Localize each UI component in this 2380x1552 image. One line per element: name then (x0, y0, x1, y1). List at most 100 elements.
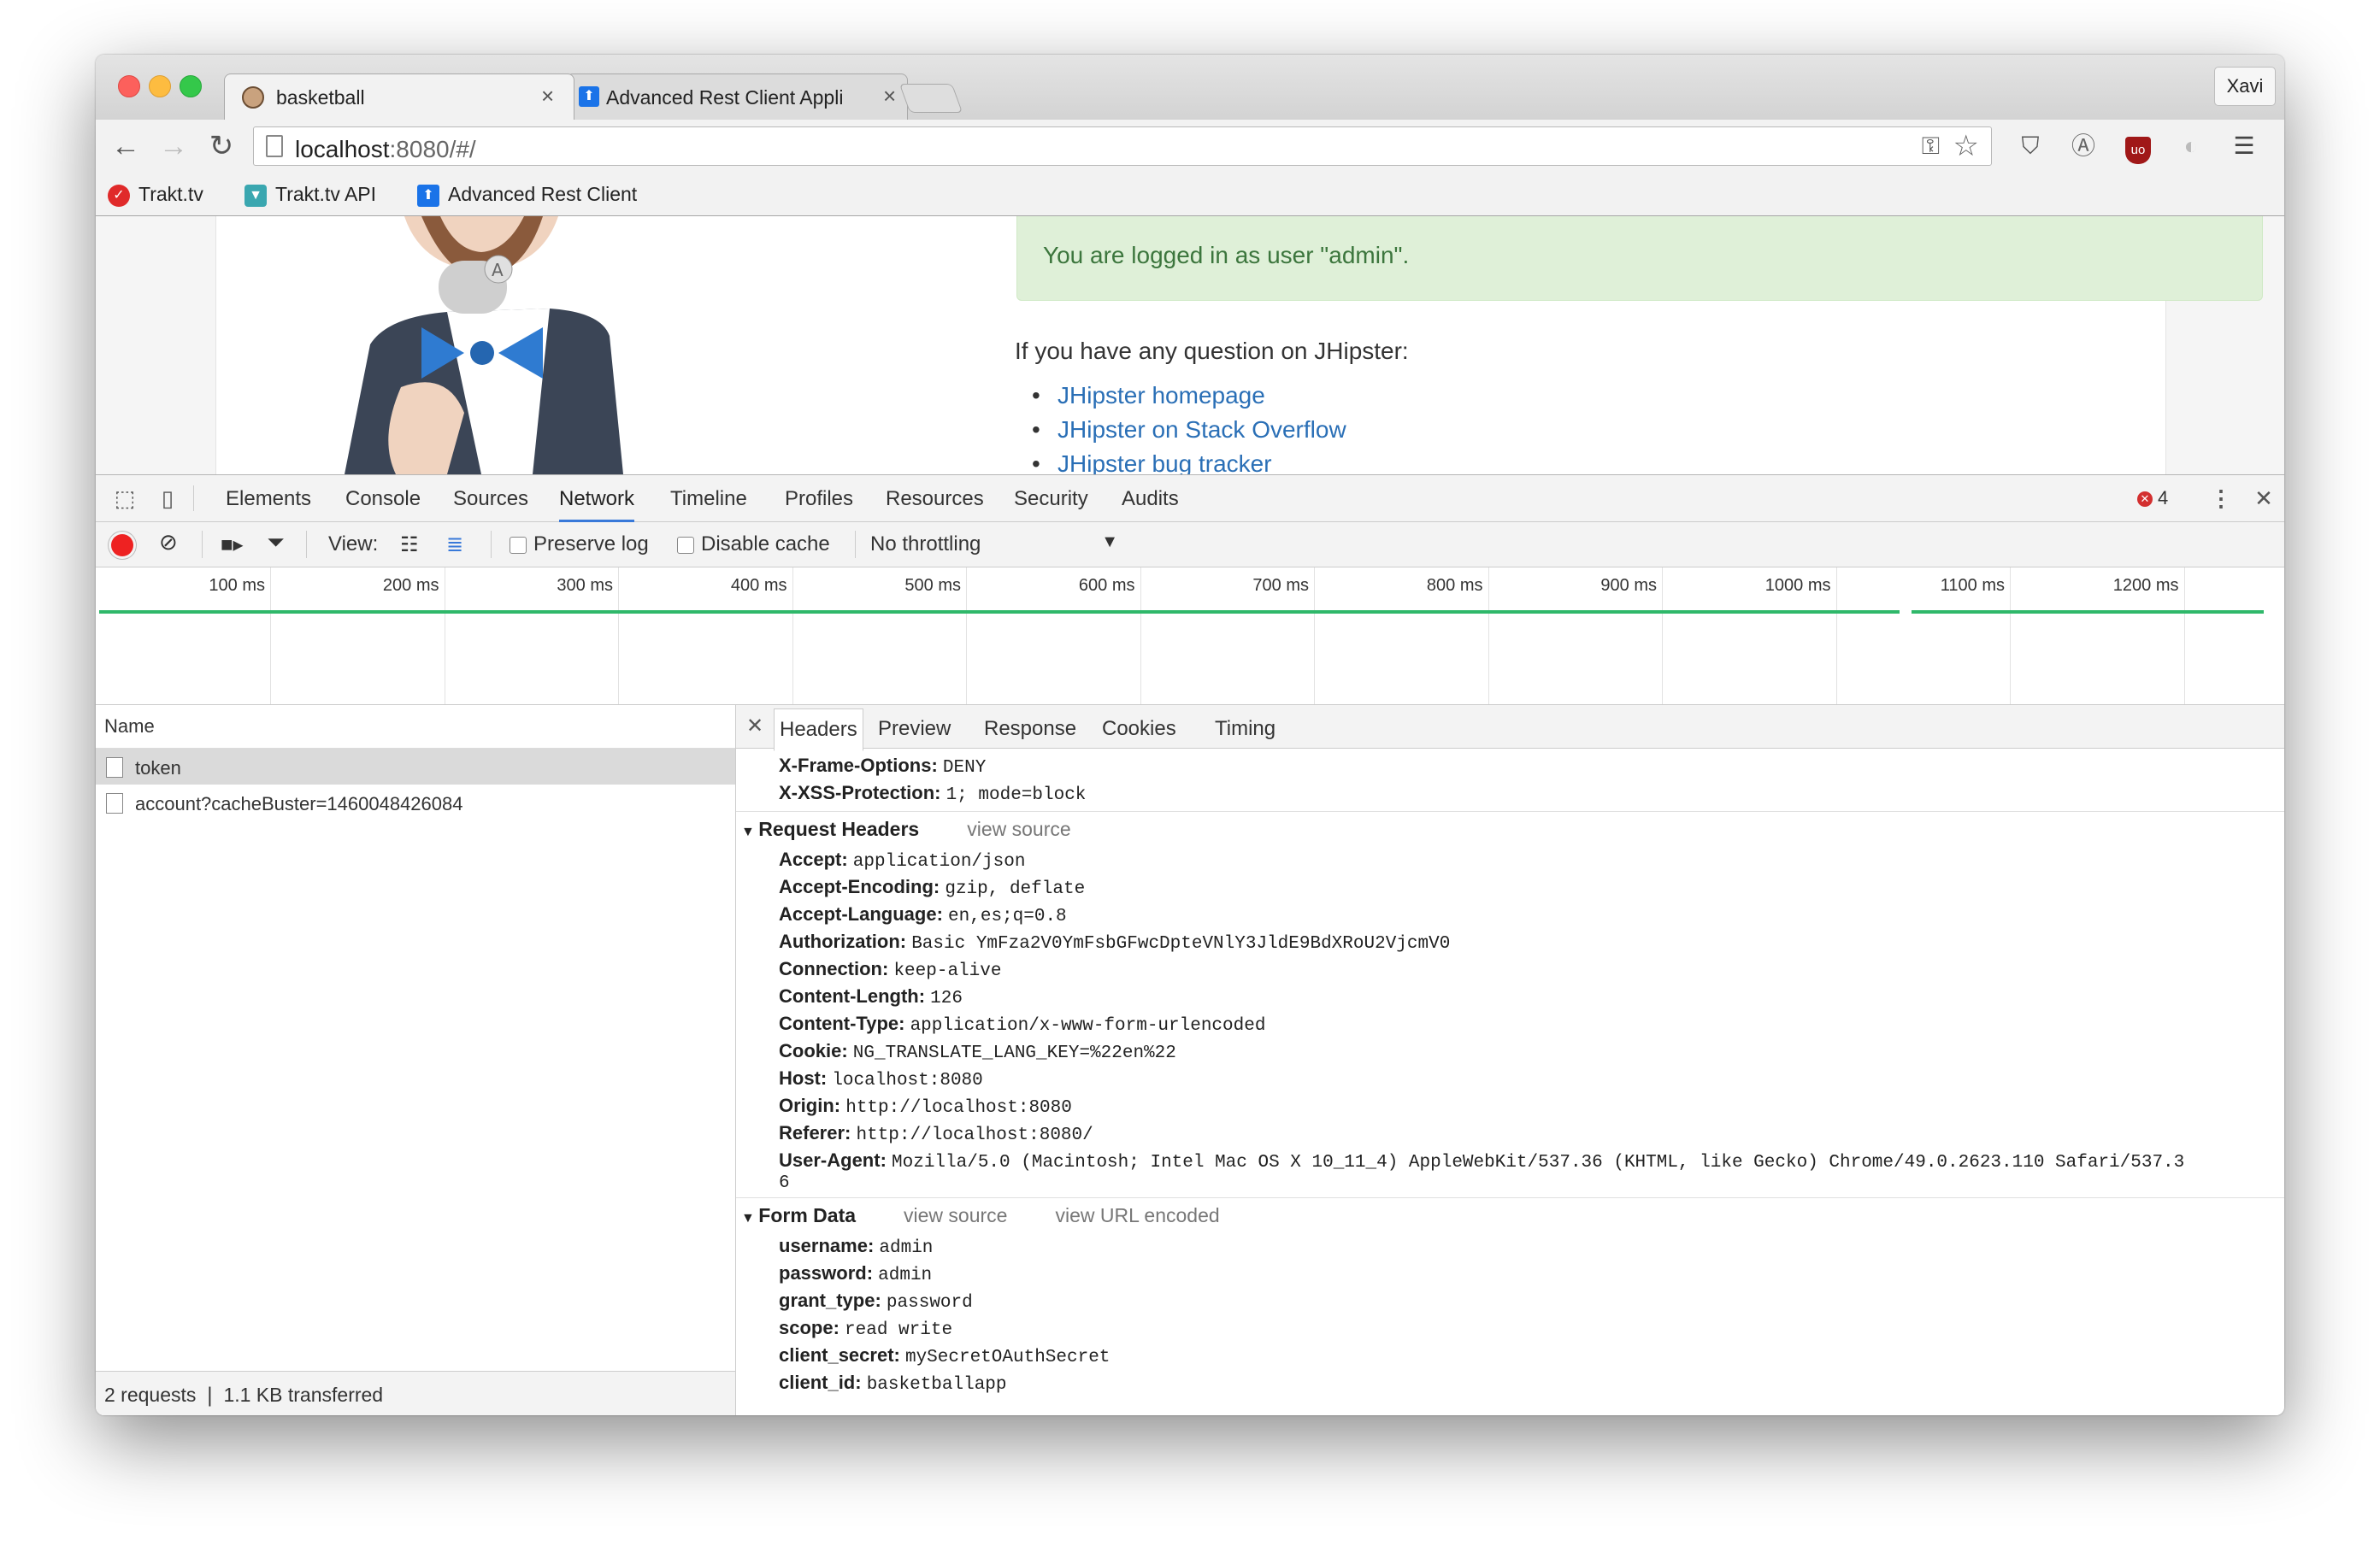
link-jhipster-stackoverflow[interactable]: JHipster on Stack Overflow (1032, 413, 1346, 447)
clear-icon[interactable]: ⊘ (159, 529, 178, 556)
form-data-section[interactable]: ▼ Form Data view source view URL encoded (741, 1204, 1220, 1227)
link-jhipster-bug-tracker[interactable]: JHipster bug tracker (1032, 447, 1346, 474)
view-source-link[interactable]: view source (904, 1204, 1007, 1226)
view-source-link[interactable]: view source (967, 818, 1070, 840)
bookmark-star-icon[interactable]: ☆ (1953, 129, 1979, 163)
tab-elements[interactable]: Elements (226, 487, 311, 511)
bookmark-advanced-rest-client[interactable]: ⬆ Advanced Rest Client (417, 183, 751, 207)
zoom-window-button[interactable] (180, 75, 202, 97)
pocket-icon[interactable]: ⛉ (2014, 130, 2047, 162)
header-value: en,es;q=0.8 (948, 907, 1067, 926)
close-tab-icon[interactable]: × (883, 83, 896, 109)
user-agent-wrap: 6 (779, 1173, 790, 1193)
profile-button[interactable]: Xavi (2214, 67, 2276, 106)
header-value: gzip, deflate (945, 879, 1086, 899)
jhipster-favicon-icon (242, 86, 264, 109)
more-options-icon[interactable]: ⋮ (2207, 485, 2235, 511)
request-header-row: Authorization: Basic YmFza2V0YmFsbGFwcDp… (779, 931, 1450, 954)
tab-profiles[interactable]: Profiles (785, 487, 853, 511)
back-arrow-icon[interactable]: ← (108, 128, 144, 164)
record-button[interactable] (111, 534, 133, 556)
tab-preview[interactable]: Preview (878, 717, 951, 741)
minimize-window-button[interactable] (149, 75, 171, 97)
request-row-account[interactable]: account?cacheBuster=1460048426084 (96, 785, 735, 820)
timeline-grid-line (1662, 567, 1663, 704)
reload-icon[interactable]: ↻ (203, 128, 239, 164)
request-header-row: Content-Type: application/x-www-form-url… (779, 1013, 1265, 1036)
throttling-select[interactable]: No throttling ▼ (870, 532, 1118, 556)
error-count-badge[interactable]: ✕ 4 (2137, 487, 2168, 509)
ublock-icon[interactable]: uo (2122, 130, 2154, 164)
tab-network[interactable]: Network (559, 487, 635, 522)
request-headers-section[interactable]: ▼ Request Headers view source (741, 818, 1071, 841)
extension-icon[interactable]: ◐ (2175, 130, 2207, 162)
request-row-token[interactable]: token (96, 749, 735, 785)
new-tab-button[interactable] (898, 84, 963, 113)
header-name: username: (779, 1235, 880, 1256)
timeline-grid-line (1140, 567, 1141, 704)
tab-resources[interactable]: Resources (886, 487, 984, 511)
request-details: ✕ Headers Preview Response Cookies Timin… (736, 705, 2284, 1415)
close-tab-icon[interactable]: × (541, 83, 554, 109)
tab-security[interactable]: Security (1014, 487, 1088, 511)
angular-icon[interactable]: Ⓐ (2067, 130, 2100, 162)
inspect-element-icon[interactable]: ⬚ (111, 485, 138, 511)
bookmark-trakt[interactable]: ✓ Trakt.tv (108, 183, 203, 207)
large-rows-icon[interactable]: ☷ (400, 532, 419, 557)
waterfall-icon[interactable]: ≣ (446, 532, 463, 557)
file-icon (106, 757, 123, 778)
forward-arrow-icon[interactable]: → (156, 128, 191, 164)
request-header-row: Content-Length: 126 (779, 985, 963, 1008)
tab-cookies[interactable]: Cookies (1102, 717, 1176, 741)
capture-screenshots-icon[interactable]: ■▸ (221, 532, 244, 557)
timeline-tick-label: 700 ms (1252, 576, 1309, 595)
tab-response[interactable]: Response (984, 717, 1076, 741)
tab-basketball[interactable]: basketball × (224, 73, 574, 120)
header-name: Accept-Encoding: (779, 876, 946, 897)
tab-timeline[interactable]: Timeline (670, 487, 747, 511)
network-summary: 2 requests ❘ 1.1 KB transferred (96, 1371, 735, 1415)
section-title: Request Headers (758, 818, 920, 840)
close-window-button[interactable] (118, 75, 140, 97)
collapse-triangle-icon[interactable]: ▼ (741, 1211, 758, 1226)
header-value: 1; mode=block (946, 785, 1087, 805)
link-jhipster-homepage[interactable]: JHipster homepage (1032, 379, 1346, 413)
request-bar-account (1912, 610, 2264, 614)
tab-advanced-rest-client[interactable]: ⬆ Advanced Rest Client Appli × (566, 73, 908, 120)
view-source-link[interactable]: view URL encoded (1055, 1204, 1219, 1226)
header-name: X-XSS-Protection: (779, 782, 946, 803)
tab-console[interactable]: Console (345, 487, 421, 511)
timeline-grid-line (1314, 567, 1315, 704)
header-value: localhost:8080 (832, 1071, 983, 1091)
menu-icon[interactable]: ☰ (2228, 130, 2260, 162)
header-name: Connection: (779, 958, 894, 979)
login-success-alert: You are logged in as user "admin". (1016, 216, 2263, 301)
request-header-row: Connection: keep-alive (779, 958, 1001, 981)
tab-headers[interactable]: Headers (774, 708, 863, 751)
timeline-grid-line (270, 567, 271, 704)
arc-icon: ⬆ (417, 184, 439, 207)
header-value: http://localhost:8080/ (856, 1126, 1093, 1145)
close-devtools-icon[interactable]: ✕ (2250, 485, 2277, 511)
tab-timing[interactable]: Timing (1215, 717, 1275, 741)
tab-sources[interactable]: Sources (453, 487, 528, 511)
request-header-row: Host: localhost:8080 (779, 1067, 983, 1091)
tab-audits[interactable]: Audits (1122, 487, 1179, 511)
preserve-log-checkbox[interactable]: Preserve log (510, 532, 649, 556)
address-bar[interactable]: localhost:8080/#/ ⚿ ☆ (253, 126, 1992, 166)
response-header-row: X-XSS-Protection: 1; mode=block (779, 782, 1086, 805)
filter-icon[interactable]: ⏷ (267, 529, 285, 556)
section-title: Form Data (758, 1204, 857, 1226)
timeline-tick-label: 800 ms (1426, 576, 1483, 595)
header-name: Host: (779, 1067, 833, 1089)
device-mode-icon[interactable]: ▯ (154, 485, 181, 511)
bookmark-trakt-api[interactable]: ▼ Trakt.tv API (244, 183, 376, 207)
header-value: admin (879, 1238, 934, 1258)
disable-cache-checkbox[interactable]: Disable cache (677, 532, 830, 556)
close-details-icon[interactable]: ✕ (746, 714, 763, 738)
collapse-triangle-icon[interactable]: ▼ (741, 825, 758, 839)
header-name: password: (779, 1262, 879, 1284)
key-icon[interactable]: ⚿ (1922, 132, 1940, 161)
dropdown-arrow-icon: ▼ (1101, 532, 1118, 551)
name-column-header[interactable]: Name (96, 705, 735, 749)
